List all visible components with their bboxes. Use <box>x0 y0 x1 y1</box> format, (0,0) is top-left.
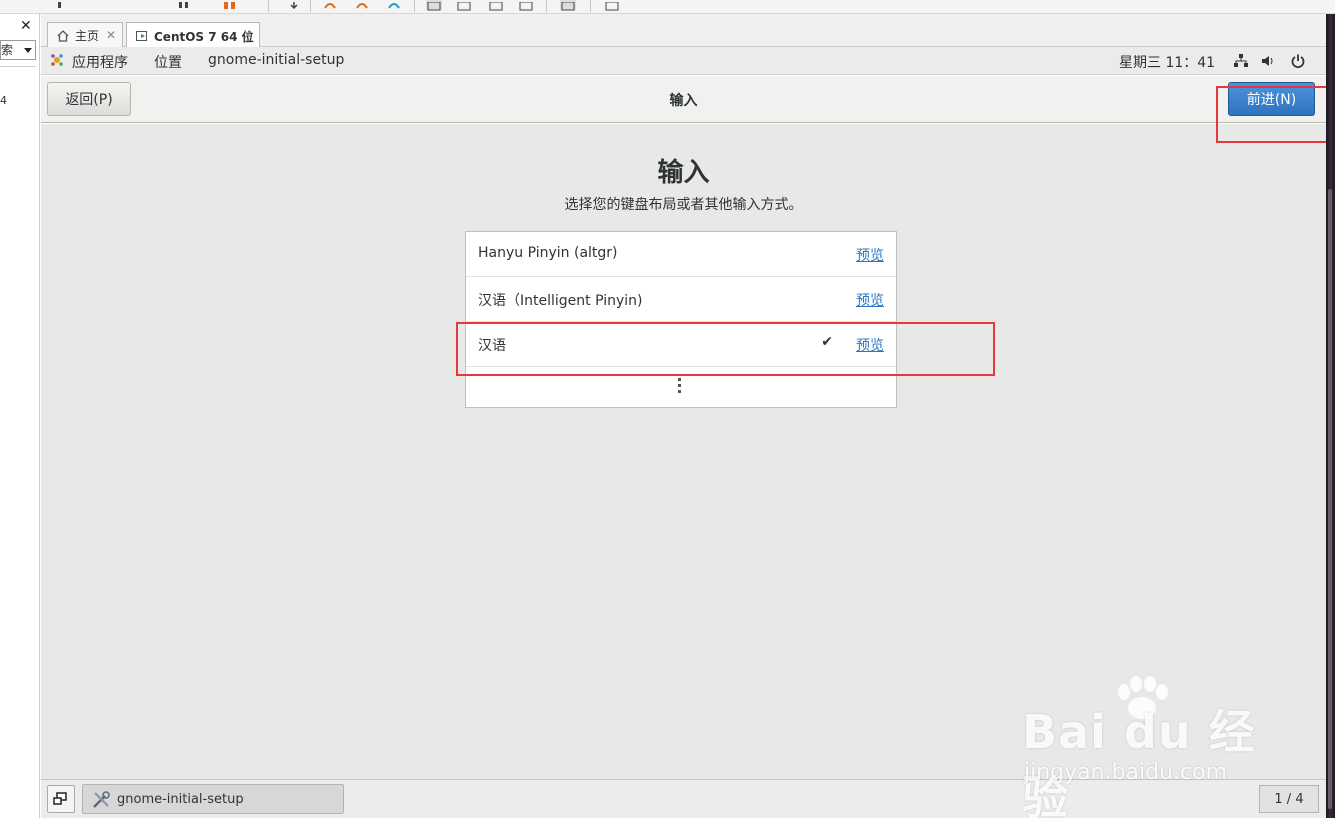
places-menu[interactable]: 位置 <box>154 52 182 72</box>
view-icon[interactable] <box>426 0 442 11</box>
power-icon[interactable] <box>1290 53 1306 69</box>
checkmark-icon: ✔ <box>821 334 833 350</box>
host-right-edge <box>1326 14 1335 818</box>
combo-value: 索 <box>1 43 14 57</box>
input-source-name: 汉语（Intelligent Pinyin) <box>478 293 643 309</box>
fullscreen-icon[interactable] <box>456 0 472 11</box>
vm-running-icon <box>135 29 149 43</box>
network-icon[interactable] <box>1233 53 1249 69</box>
volume-icon[interactable] <box>1260 53 1276 69</box>
sidebar-divider <box>0 66 36 67</box>
more-input-sources-button[interactable] <box>466 367 896 407</box>
toolbar-separator <box>268 0 269 12</box>
preview-link[interactable]: 预览 <box>856 245 884 265</box>
library-icon[interactable] <box>604 0 620 11</box>
input-source-list: Hanyu Pinyin (altgr) 预览 汉语（Intelligent P… <box>465 231 897 408</box>
stretch-icon[interactable] <box>518 0 534 11</box>
next-button[interactable]: 前进(N) <box>1228 82 1315 116</box>
input-source-row-selected[interactable]: 汉语 ✔ 预览 <box>466 322 896 367</box>
unity-icon[interactable] <box>488 0 504 11</box>
toolbar-separator <box>310 0 311 12</box>
page-title: 输入 <box>657 158 710 188</box>
preview-link[interactable]: 预览 <box>856 290 884 310</box>
app-menu[interactable]: gnome-initial-setup <box>208 52 344 68</box>
clock[interactable]: 星期三 11：41 <box>1119 52 1215 72</box>
home-icon <box>56 29 70 43</box>
page-subtitle: 选择您的键盘布局或者其他输入方式。 <box>564 197 803 213</box>
scrollbar[interactable] <box>1328 189 1332 809</box>
input-source-row[interactable]: Hanyu Pinyin (altgr) 预览 <box>466 232 896 277</box>
tools-icon <box>91 790 111 810</box>
close-tab-icon[interactable]: ✕ <box>106 28 116 42</box>
toolbar-separator <box>414 0 415 12</box>
toolbar-separator <box>590 0 591 12</box>
sidebar-item-fragment[interactable]: 4 <box>0 94 7 107</box>
input-source-row[interactable]: 汉语（Intelligent Pinyin) 预览 <box>466 277 896 322</box>
workspace-pager[interactable]: 1 / 4 <box>1259 785 1319 813</box>
setup-page: 输入 选择您的键盘布局或者其他输入方式。 Hanyu Pinyin (altgr… <box>41 124 1326 779</box>
host-toolbar <box>0 0 1335 14</box>
gnome-foot-icon <box>50 53 64 67</box>
close-icon[interactable]: ✕ <box>20 18 32 34</box>
toolbar-icon[interactable] <box>56 0 72 10</box>
input-source-name: 汉语 <box>478 338 506 354</box>
pause-icon[interactable] <box>222 0 238 10</box>
tab-centos[interactable]: CentOS 7 64 位 ✕ <box>126 22 260 49</box>
taskbar-window-label: gnome-initial-setup <box>117 792 244 807</box>
close-tab-icon[interactable]: ✕ <box>243 28 253 42</box>
vm-tab-strip: 主页 ✕ CentOS 7 64 位 ✕ <box>41 14 1335 49</box>
library-search-combo[interactable]: 索 <box>0 40 36 60</box>
input-source-name: Hanyu Pinyin (altgr) <box>478 245 618 261</box>
send-keys-icon[interactable] <box>286 0 302 10</box>
toolbar-icon[interactable] <box>176 0 192 10</box>
window-list-bar: gnome-initial-setup 1 / 4 <box>41 779 1326 818</box>
applications-menu[interactable]: 应用程序 <box>72 52 128 72</box>
setup-header-bar: 返回(P) 输入 前进(N) <box>41 76 1326 123</box>
tab-label: CentOS 7 64 位 <box>154 29 254 44</box>
taskbar-window-item[interactable]: gnome-initial-setup <box>82 784 344 814</box>
revert-snapshot-icon[interactable] <box>354 0 370 10</box>
snapshot-manager-icon[interactable] <box>386 0 402 10</box>
header-title: 输入 <box>669 93 698 109</box>
tab-label: 主页 <box>75 29 100 43</box>
console-view-icon[interactable] <box>560 0 576 11</box>
show-desktop-button[interactable] <box>47 785 75 813</box>
show-desktop-icon <box>53 792 67 805</box>
toolbar-separator <box>546 0 547 12</box>
preview-link[interactable]: 预览 <box>856 335 884 355</box>
chevron-down-icon <box>24 48 32 53</box>
gnome-top-bar: 应用程序 位置 gnome-initial-setup 星期三 11：41 <box>41 47 1326 75</box>
tab-home[interactable]: 主页 ✕ <box>47 22 123 48</box>
host-sidebar: ✕ 索 4 <box>0 14 40 818</box>
snapshot-icon[interactable] <box>322 0 338 10</box>
more-vertical-icon <box>678 378 682 396</box>
